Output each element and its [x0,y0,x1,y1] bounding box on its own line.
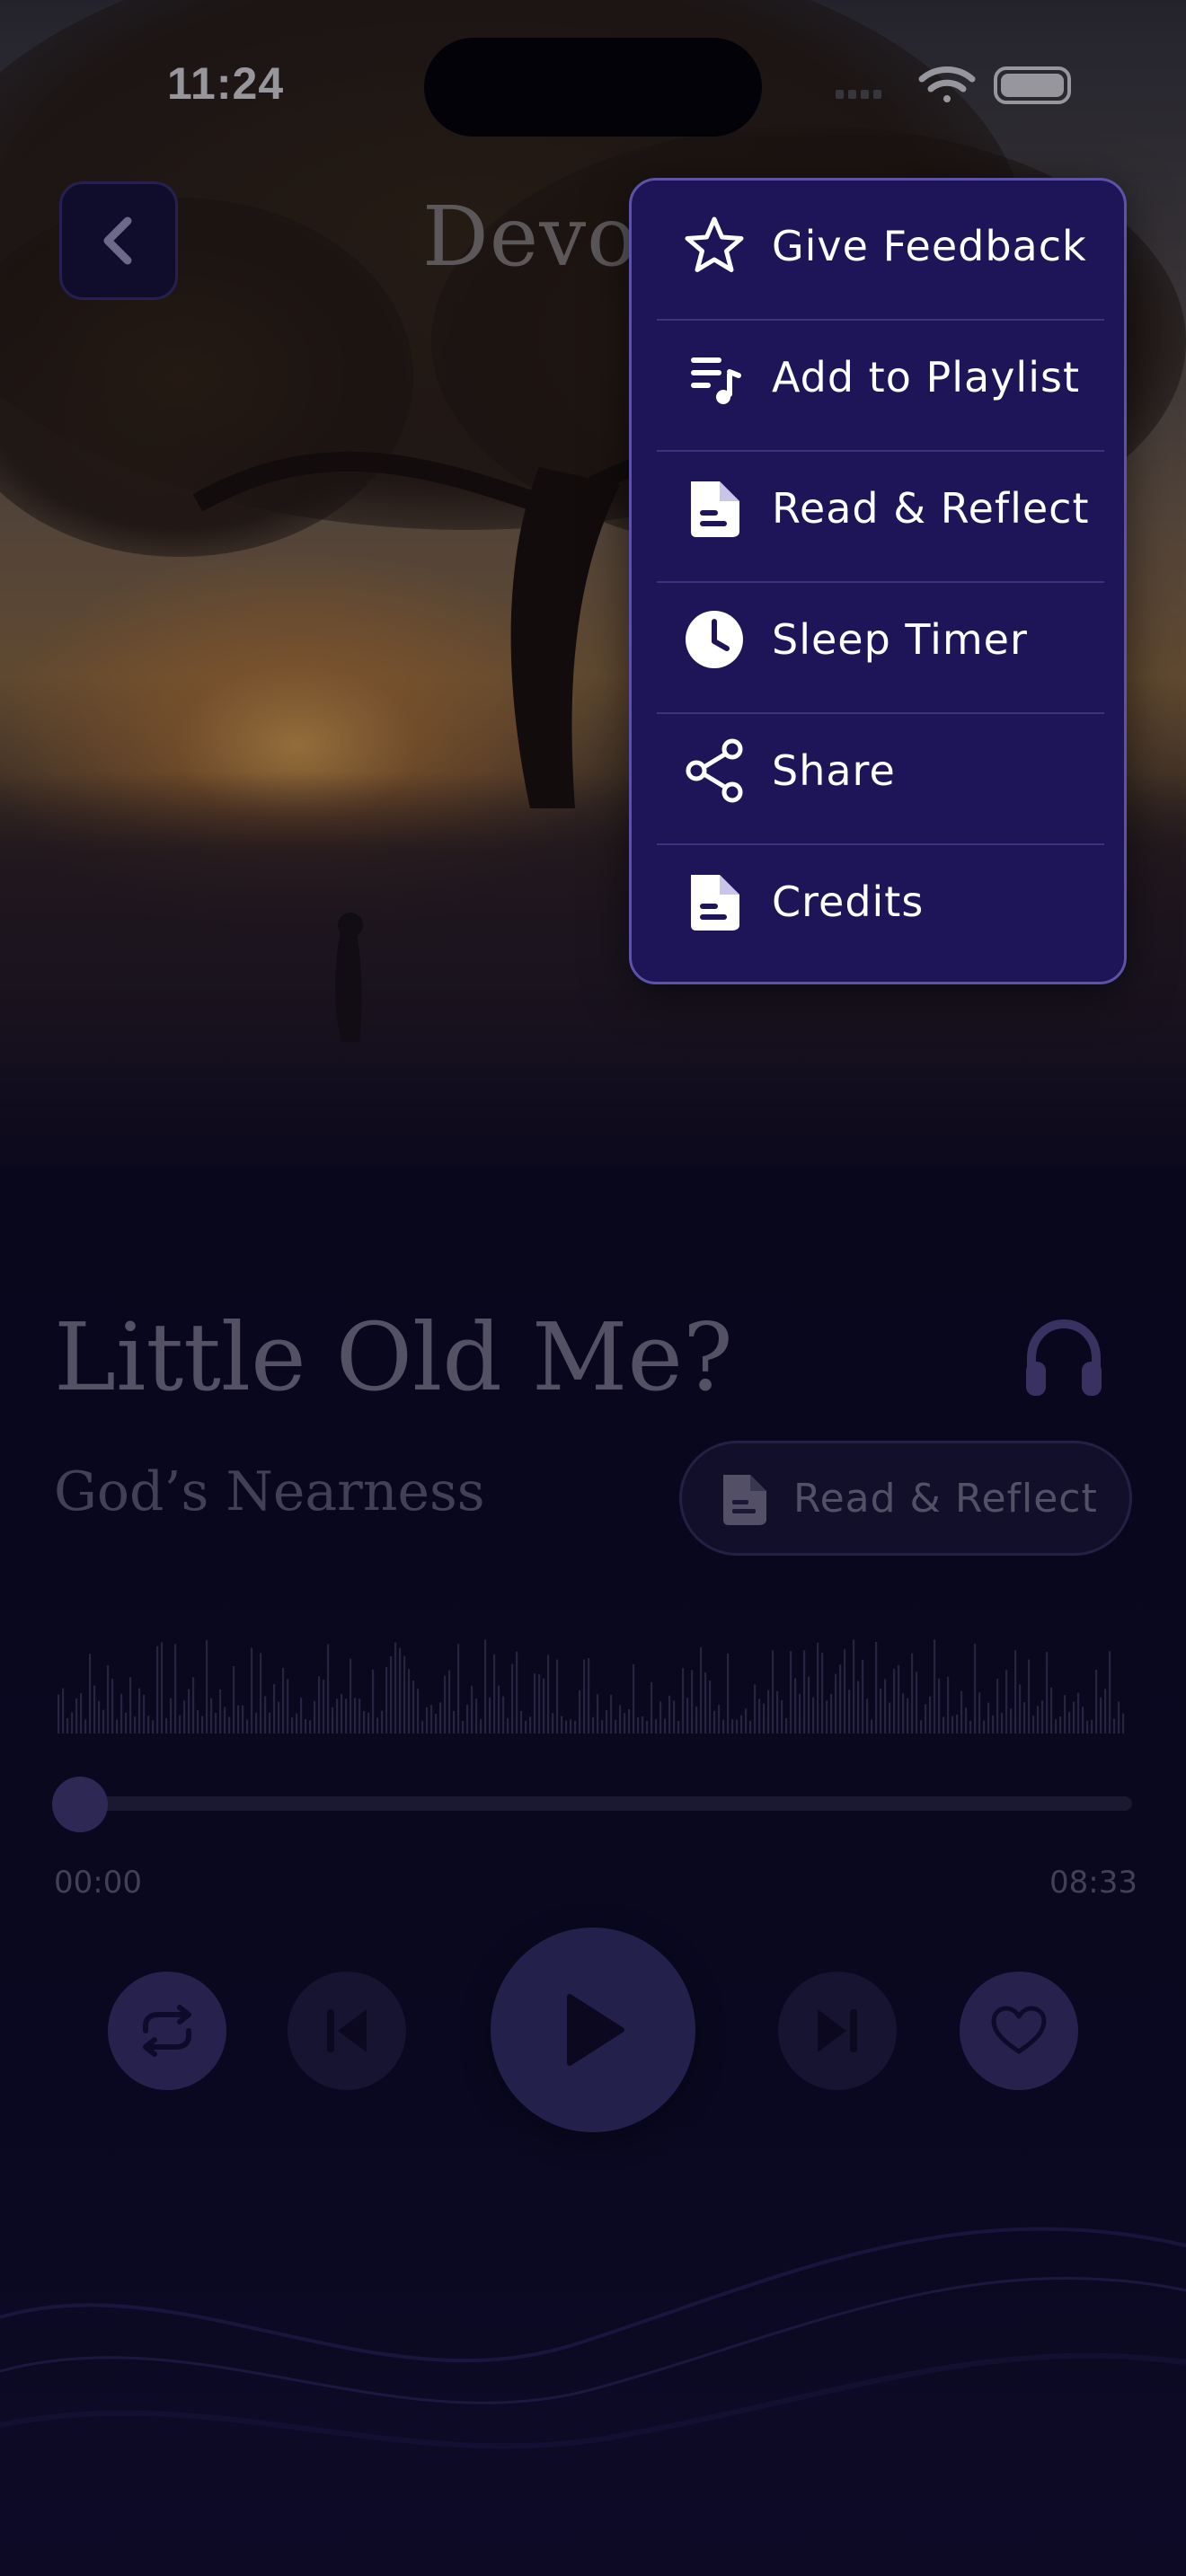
document-icon [682,869,747,934]
menu-label: Read & Reflect [772,484,1090,533]
menu-label: Sleep Timer [772,615,1028,664]
menu-label: Add to Playlist [772,353,1080,401]
add-to-playlist-icon [682,345,747,410]
menu-item-credits[interactable]: Credits [632,836,1124,967]
star-icon [682,214,747,278]
menu-item-add-to-playlist[interactable]: Add to Playlist [632,312,1124,443]
menu-label: Share [772,746,896,795]
menu-item-read-reflect[interactable]: Read & Reflect [632,443,1124,574]
document-icon [682,476,747,541]
menu-item-give-feedback[interactable]: Give Feedback [632,181,1124,312]
options-menu: Give Feedback Add to Playlist Read & Ref… [629,178,1127,984]
menu-label: Credits [772,878,925,926]
share-icon [682,738,747,803]
menu-label: Give Feedback [772,222,1087,270]
menu-item-sleep-timer[interactable]: Sleep Timer [632,574,1124,705]
clock-icon [682,607,747,672]
menu-item-share[interactable]: Share [632,705,1124,836]
